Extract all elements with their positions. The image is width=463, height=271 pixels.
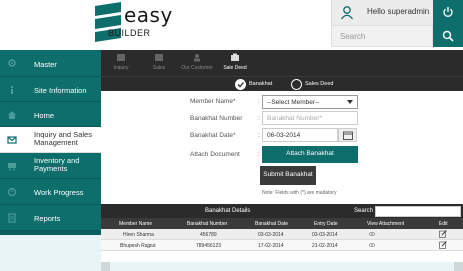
sidebar-item-label: Work Progress: [34, 188, 84, 197]
column-header[interactable]: Edit: [439, 221, 448, 227]
scroll-right-button[interactable]: [454, 262, 463, 271]
home-icon: [8, 111, 16, 119]
sidebar-footer: [0, 235, 101, 271]
table-row: Bhupesh Rajput 789456123 17-02-2014 21-0…: [101, 240, 463, 251]
banakhat-number-label: Banakhat Number: [190, 115, 243, 122]
gear-icon: [8, 59, 16, 67]
cart-icon: [8, 163, 16, 171]
column-header[interactable]: Member Name: [119, 221, 152, 227]
details-search-input[interactable]: [375, 206, 461, 217]
tool-our-customer[interactable]: Our Customer: [179, 53, 215, 75]
radio-label: Sales Deed: [305, 81, 334, 87]
column-header[interactable]: Banakhat Number: [187, 221, 227, 227]
deed-icon: [231, 53, 239, 61]
colon: :: [258, 98, 260, 105]
column-header[interactable]: Entry Date: [314, 221, 338, 227]
radio-label: Banakhat: [249, 81, 273, 87]
sidebar-item-label: Inquiry and Sales Management: [34, 130, 92, 147]
main-content: Inquiry Sales Our Customer Sale Deed Ban…: [101, 50, 463, 271]
radio-checked-icon: [235, 79, 246, 90]
sidebar-item-inventory-and-payments[interactable]: Inventory and Payments: [0, 153, 101, 179]
tool-label: Our Customer: [181, 65, 213, 71]
inquiry-icon: [117, 54, 125, 61]
eye-icon[interactable]: [369, 243, 375, 247]
sidebar-item-home[interactable]: Home: [0, 102, 101, 127]
sidebar-item-work-progress[interactable]: Work Progress: [0, 179, 101, 205]
radio-unchecked-icon: [291, 79, 302, 90]
info-icon: [11, 86, 13, 94]
attach-banakhat-button[interactable]: Attach Banakhat: [262, 146, 358, 163]
details-title: Banakhat Details: [205, 208, 251, 214]
cell-banakhat-number: 456789: [200, 232, 217, 238]
sidebar-item-inquiry-and-sales-management[interactable]: Inquiry and Sales Management: [0, 127, 101, 153]
banakhat-number-input[interactable]: Banakhat Number*: [262, 111, 358, 125]
sidebar-item-label: Home: [34, 111, 55, 120]
eye-icon[interactable]: [369, 232, 375, 236]
deed-type-radio-group: Banakhat Sales Deed: [101, 76, 463, 91]
tool-label: Sale Deed: [223, 65, 247, 71]
cell-entry-date: 03-03-2014: [312, 232, 338, 238]
tool-label: Sales: [152, 65, 166, 71]
tool-inquiry[interactable]: Inquiry: [103, 53, 139, 75]
submit-banakhat-button[interactable]: Submit Banakhat: [260, 166, 316, 185]
power-icon: [443, 7, 453, 18]
envelope-icon: [7, 136, 17, 144]
sidebar-item-label: Master: [34, 60, 57, 69]
colon: :: [258, 132, 260, 139]
sidebar-item-label: Inventory and Payments: [34, 156, 80, 173]
banakhat-date-label: Banakhat Date*: [190, 132, 236, 139]
user-greeting: Hello superadmin: [367, 7, 430, 16]
member-name-select[interactable]: --Select Member--: [262, 95, 358, 109]
attach-document-label: Attach Document: [190, 151, 240, 158]
banakhat-details-bar: Banakhat Details Search: [101, 204, 463, 218]
edit-icon[interactable]: [439, 241, 447, 249]
scroll-left-button[interactable]: [101, 262, 110, 271]
progress-icon: [7, 187, 17, 197]
banakhat-date-input[interactable]: 06-03-2014: [262, 128, 338, 142]
sidebar-item-label: Reports: [34, 214, 61, 223]
sidebar-item-site-information[interactable]: Site Information: [0, 77, 101, 102]
chevron-down-icon: [347, 100, 353, 104]
horizontal-scrollbar[interactable]: [101, 262, 463, 271]
module-toolbar: Inquiry Sales Our Customer Sale Deed: [101, 50, 463, 76]
member-name-label: Member Name*: [190, 98, 236, 105]
column-header[interactable]: Banakhat Date: [255, 221, 288, 227]
sidebar-item-label: Site Information: [34, 86, 87, 95]
app-header: easy BUILDER Hello superadmin Search: [0, 0, 463, 50]
table-row: Hiren Sharma 456789 03-03-2014 03-03-201…: [101, 229, 463, 240]
colon: :: [258, 151, 260, 158]
calendar-icon: [343, 131, 353, 140]
tool-sales[interactable]: Sales: [141, 53, 177, 75]
colon: :: [258, 115, 260, 122]
cell-banakhat-number: 789456123: [196, 243, 222, 249]
cell-member-name: Bhupesh Rajput: [120, 243, 156, 249]
logo-text-builder: BUILDER: [108, 28, 151, 38]
cell-banakhat-date: 03-03-2014: [258, 232, 284, 238]
calendar-button[interactable]: [338, 128, 357, 142]
customer-icon: [194, 54, 200, 62]
member-name-value: --Select Member--: [267, 99, 320, 106]
mandatory-note: Note: Fields with (*) are madatory: [262, 190, 337, 196]
cell-entry-date: 21-02-2014: [312, 243, 338, 249]
search-input[interactable]: Search: [331, 25, 433, 47]
sidebar-item-master[interactable]: Master: [0, 50, 101, 77]
table-header: Member Name Banakhat Number Banakhat Dat…: [101, 218, 463, 229]
user-panel: Hello superadmin: [331, 0, 463, 25]
sidebar-item-reports[interactable]: Reports: [0, 205, 101, 231]
user-icon[interactable]: [340, 5, 354, 20]
column-header[interactable]: View Attachment: [367, 221, 404, 227]
sidebar: Master Site Information Home Inquiry and…: [0, 50, 101, 271]
tool-sale-deed[interactable]: Sale Deed: [217, 53, 253, 75]
logo-text-easy: easy: [124, 3, 173, 27]
search-icon: [442, 30, 454, 42]
logout-button[interactable]: [433, 0, 463, 25]
search-button[interactable]: [433, 25, 463, 47]
cell-member-name: Hiren Sharma: [123, 232, 154, 238]
report-icon: [8, 213, 16, 223]
details-search-label: Search: [354, 208, 374, 214]
cell-banakhat-date: 17-02-2014: [258, 243, 284, 249]
sales-icon: [155, 54, 163, 61]
tool-label: Inquiry: [113, 65, 129, 71]
edit-icon[interactable]: [439, 230, 447, 238]
